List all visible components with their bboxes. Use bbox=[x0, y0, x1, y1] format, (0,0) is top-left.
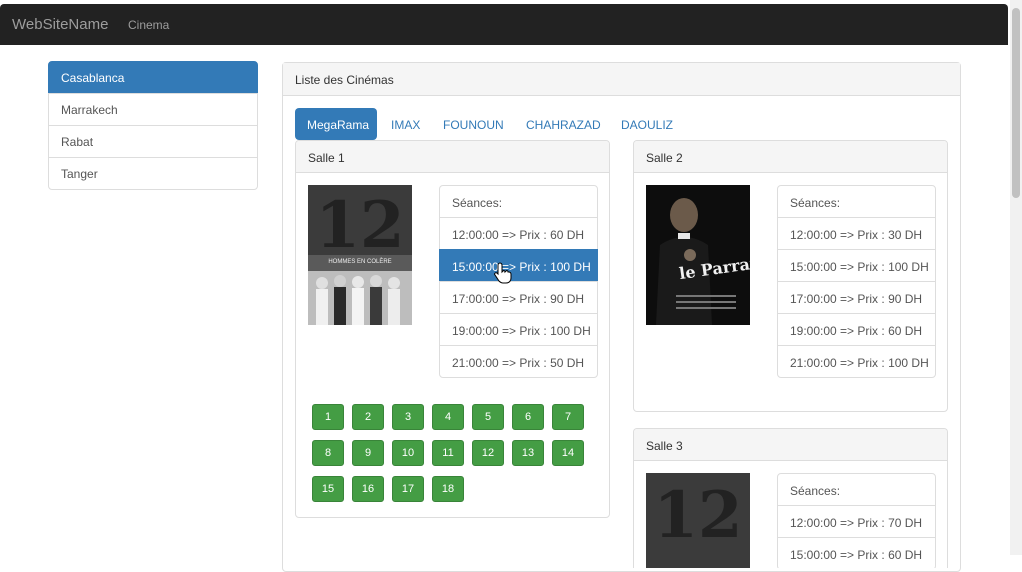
svg-text:HOMMES EN COLÈRE: HOMMES EN COLÈRE bbox=[328, 258, 391, 265]
salle-title: Salle 1 bbox=[296, 141, 609, 173]
seances-list: Séances: 12:00:00 => Prix : 30 DH 15:00:… bbox=[777, 185, 936, 378]
seance-item[interactable]: 15:00:00 => Prix : 100 DH bbox=[777, 249, 936, 282]
movie-poster-12-angry-men[interactable]: 12 HOMMES EN COLÈRE bbox=[308, 185, 412, 325]
panel-title: Liste des Cinémas bbox=[283, 63, 960, 96]
salle-panel-2: Salle 2 le Parrain Séances: 12:00:00 => … bbox=[633, 140, 948, 412]
seance-item[interactable]: 17:00:00 => Prix : 90 DH bbox=[777, 281, 936, 314]
place-button[interactable]: 2 bbox=[352, 404, 384, 430]
seance-item[interactable]: 21:00:00 => Prix : 100 DH bbox=[777, 345, 936, 378]
tab-megarama[interactable]: MegaRama bbox=[295, 108, 377, 140]
scrollbar-thumb[interactable] bbox=[1012, 8, 1020, 198]
seance-item[interactable]: 12:00:00 => Prix : 70 DH bbox=[777, 505, 936, 538]
seance-item-selected[interactable]: 15:00:00 => Prix : 100 DH bbox=[439, 249, 598, 282]
seances-list: Séances: 12:00:00 => Prix : 70 DH 15:00:… bbox=[777, 473, 936, 568]
salle-panel-3: Salle 3 12 Séances: 12:00:00 => Prix : 7… bbox=[633, 428, 948, 568]
seances-list: Séances: 12:00:00 => Prix : 60 DH 15:00:… bbox=[439, 185, 598, 378]
seance-item[interactable]: 21:00:00 => Prix : 50 DH bbox=[439, 345, 598, 378]
salle-title: Salle 3 bbox=[634, 429, 947, 461]
seances-header: Séances: bbox=[777, 185, 936, 218]
svg-text:12: 12 bbox=[315, 188, 404, 263]
hand-cursor-icon bbox=[494, 262, 512, 284]
place-button[interactable]: 16 bbox=[352, 476, 384, 502]
seance-item[interactable]: 19:00:00 => Prix : 60 DH bbox=[777, 313, 936, 346]
cinema-list-panel: Liste des Cinémas MegaRama IMAX FOUNOUN … bbox=[282, 62, 961, 572]
seance-item[interactable]: 12:00:00 => Prix : 30 DH bbox=[777, 217, 936, 250]
salle-title: Salle 2 bbox=[634, 141, 947, 173]
tab-founoun[interactable]: FOUNOUN bbox=[431, 108, 516, 140]
movie-poster-le-parrain[interactable]: le Parrain bbox=[646, 185, 750, 325]
nav-link-cinema[interactable]: Cinema bbox=[128, 18, 169, 32]
city-item-marrakech[interactable]: Marrakech bbox=[48, 93, 258, 126]
seance-item[interactable]: 12:00:00 => Prix : 60 DH bbox=[439, 217, 598, 250]
place-button[interactable]: 13 bbox=[512, 440, 544, 466]
seances-header: Séances: bbox=[777, 473, 936, 506]
seance-item[interactable]: 19:00:00 => Prix : 100 DH bbox=[439, 313, 598, 346]
place-button[interactable]: 10 bbox=[392, 440, 424, 466]
top-navbar: WebSiteName Cinema bbox=[0, 4, 1008, 45]
seances-header: Séances: bbox=[439, 185, 598, 218]
place-button[interactable]: 1 bbox=[312, 404, 344, 430]
place-button[interactable]: 4 bbox=[432, 404, 464, 430]
place-button[interactable]: 8 bbox=[312, 440, 344, 466]
place-button[interactable]: 17 bbox=[392, 476, 424, 502]
seance-item[interactable]: 17:00:00 => Prix : 90 DH bbox=[439, 281, 598, 314]
place-button[interactable]: 11 bbox=[432, 440, 464, 466]
place-button[interactable]: 18 bbox=[432, 476, 464, 502]
place-button[interactable]: 9 bbox=[352, 440, 384, 466]
seance-item[interactable]: 15:00:00 => Prix : 60 DH bbox=[777, 537, 936, 568]
place-button[interactable]: 3 bbox=[392, 404, 424, 430]
page-scrollbar[interactable] bbox=[1010, 0, 1022, 555]
tab-chahrazad[interactable]: CHAHRAZAD bbox=[514, 108, 613, 140]
place-button[interactable]: 12 bbox=[472, 440, 504, 466]
place-button[interactable]: 6 bbox=[512, 404, 544, 430]
svg-text:12: 12 bbox=[653, 478, 742, 553]
place-button[interactable]: 5 bbox=[472, 404, 504, 430]
movie-poster-12-angry-men[interactable]: 12 bbox=[646, 473, 750, 568]
city-list: Casablanca Marrakech Rabat Tanger bbox=[48, 61, 258, 190]
city-item-casablanca[interactable]: Casablanca bbox=[48, 61, 258, 94]
place-button[interactable]: 15 bbox=[312, 476, 344, 502]
city-item-rabat[interactable]: Rabat bbox=[48, 125, 258, 158]
place-button[interactable]: 14 bbox=[552, 440, 584, 466]
tab-imax[interactable]: IMAX bbox=[379, 108, 432, 140]
place-button[interactable]: 7 bbox=[552, 404, 584, 430]
salle-panel-1: Salle 1 12 HOMMES EN COLÈRE Séances: 12:… bbox=[295, 140, 610, 518]
city-item-tanger[interactable]: Tanger bbox=[48, 157, 258, 190]
brand-link[interactable]: WebSiteName bbox=[12, 16, 108, 33]
tab-daouliz[interactable]: DAOULIZ bbox=[609, 108, 685, 140]
